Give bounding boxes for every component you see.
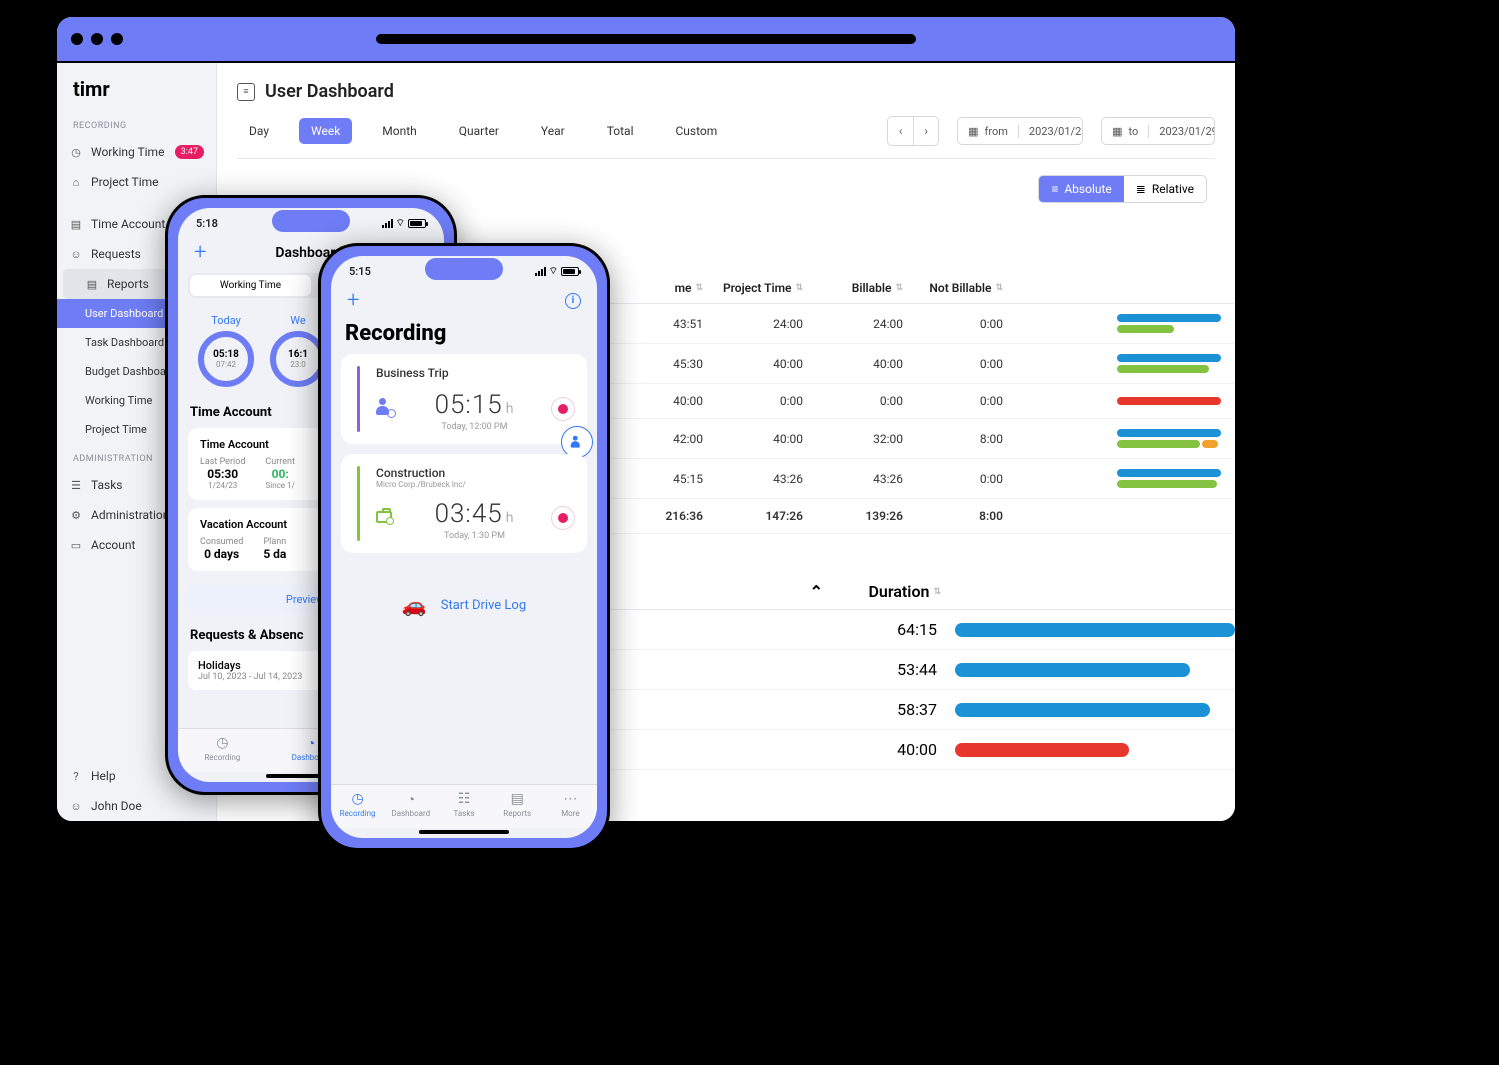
sidebar-item-user[interactable]: ☺John Doe	[57, 791, 216, 821]
tab-tasks[interactable]: ☷Tasks	[437, 785, 490, 828]
sidebar-item-label: Requests	[91, 247, 141, 261]
tree-icon: ☷	[437, 791, 490, 807]
tab-reports[interactable]: ▤Reports	[491, 785, 544, 828]
screen-title: Recording	[331, 315, 597, 354]
sort-icon[interactable]: ⇅	[995, 283, 1003, 293]
stopwatch-icon: ◷	[178, 735, 267, 751]
range-week[interactable]: Week	[299, 118, 352, 144]
sort-icon[interactable]: ⇅	[895, 283, 903, 293]
sidebar-item-label: Time Account	[91, 217, 165, 231]
sidebar-item-label: Reports	[107, 277, 149, 291]
sidebar-item-label: Project Time	[91, 175, 159, 189]
tab-bar: ◷Recording ◔Dashboard ☷Tasks ▤Reports ⋯M…	[331, 784, 597, 828]
mode-absolute[interactable]: ≡Absolute	[1039, 176, 1123, 202]
list-icon: ≣	[1136, 182, 1146, 196]
range-year[interactable]: Year	[529, 118, 577, 144]
status-bar: 5:15 ⌔	[331, 256, 597, 286]
mode-relative[interactable]: ≣Relative	[1124, 176, 1206, 202]
browser-titlebar	[57, 17, 1235, 63]
status-bar: 5:18 ⌔	[178, 208, 444, 238]
collapse-icon[interactable]: ⌃	[775, 582, 835, 601]
wifi-icon: ⌔	[549, 265, 558, 278]
car-icon: 🚗	[402, 593, 427, 617]
card-icon: ▭	[69, 538, 83, 552]
ring-today-label: Today	[198, 314, 254, 327]
working-time-badge: 3:47	[175, 145, 204, 159]
doc-icon: ▤	[491, 791, 544, 807]
range-toolbar: Day Week Month Quarter Year Total Custom…	[237, 116, 1215, 159]
battery-icon	[408, 219, 426, 228]
add-button[interactable]: +	[194, 240, 206, 265]
tab-recording[interactable]: ◷Recording	[331, 785, 384, 828]
person-clock-icon	[376, 398, 398, 420]
notch	[272, 210, 350, 232]
gear-icon: ⚙	[69, 508, 83, 522]
sidebar-section-recording: RECORDING	[57, 111, 216, 137]
tab-more[interactable]: ⋯More	[544, 785, 597, 828]
home-indicator	[419, 830, 509, 834]
briefcase-icon: ⌂	[69, 175, 83, 189]
sort-icon[interactable]: ⇅	[795, 283, 803, 293]
next-arrow[interactable]: ›	[913, 117, 938, 145]
calendar-icon: ▦	[968, 125, 978, 138]
clock-icon: ◷	[69, 145, 83, 159]
start-drive-log[interactable]: 🚗 Start Drive Log	[331, 563, 597, 627]
page-title: User Dashboard	[265, 81, 394, 102]
category-stripe	[357, 366, 360, 432]
battery-icon	[561, 267, 579, 276]
user-icon: ☺	[69, 799, 83, 813]
tab-working-time[interactable]: Working Time	[190, 275, 311, 296]
range-day[interactable]: Day	[237, 118, 281, 144]
to-date: 2023/01/29	[1159, 125, 1215, 138]
range-month[interactable]: Month	[370, 118, 428, 144]
logo: timr	[57, 63, 216, 111]
help-icon: ?	[69, 769, 83, 783]
requests-icon: ☺	[69, 247, 83, 261]
range-quarter[interactable]: Quarter	[447, 118, 511, 144]
sidebar-item-working-time[interactable]: ◷ Working Time 3:47	[57, 137, 216, 167]
date-from-block[interactable]: ▦from 2023/01/23	[957, 117, 1083, 145]
tab-recording[interactable]: ◷Recording	[178, 729, 267, 772]
briefcase-clock-icon	[376, 507, 398, 529]
reports-icon: ▤	[85, 277, 99, 291]
prev-arrow[interactable]: ‹	[888, 117, 913, 145]
notch	[425, 258, 503, 280]
signal-icon	[535, 267, 546, 276]
recording-card-construction[interactable]: Construction Micro Corp./Brubeck Inc/ 03…	[341, 454, 587, 553]
sort-icon[interactable]: ⇅	[695, 283, 703, 293]
tab-dashboard[interactable]: ◔Dashboard	[384, 785, 437, 828]
add-button[interactable]: +	[347, 288, 359, 313]
more-icon: ⋯	[544, 791, 597, 807]
sidebar-item-project-time[interactable]: ⌂ Project Time	[57, 167, 216, 197]
url-bar[interactable]	[376, 34, 916, 44]
bars-icon: ≡	[1051, 182, 1058, 196]
wifi-icon: ⌔	[396, 217, 405, 230]
stop-button[interactable]	[551, 506, 575, 530]
mode-toggle: ≡Absolute ≣Relative	[1038, 175, 1207, 203]
stopwatch-icon: ◷	[331, 791, 384, 807]
from-date: 2023/01/23	[1029, 125, 1083, 138]
recording-card-business-trip[interactable]: Business Trip 05:15h Today, 12:00 PM	[341, 354, 587, 444]
sidebar-item-label: Working Time	[91, 145, 164, 159]
document-icon: ▤	[69, 217, 83, 231]
range-total[interactable]: Total	[595, 118, 646, 144]
sort-icon[interactable]: ⇅	[933, 587, 941, 597]
category-stripe	[357, 466, 360, 541]
pie-icon: ◔	[384, 791, 437, 807]
range-custom[interactable]: Custom	[663, 118, 729, 144]
signal-icon	[382, 219, 393, 228]
window-controls[interactable]	[71, 33, 123, 45]
ring-today: 05:1807:42	[198, 331, 254, 387]
date-to-block[interactable]: ▦to 2023/01/29	[1101, 117, 1215, 145]
stop-button[interactable]	[551, 397, 575, 421]
info-button[interactable]: i	[565, 293, 581, 309]
page-title-icon: ≡	[237, 83, 255, 101]
phone-recording: 5:15 ⌔ + i Recording Business Trip 05:15…	[318, 243, 610, 851]
date-nav: ‹ ›	[887, 116, 939, 146]
calendar-icon: ▦	[1112, 125, 1122, 138]
tasks-icon: ☰	[69, 478, 83, 492]
